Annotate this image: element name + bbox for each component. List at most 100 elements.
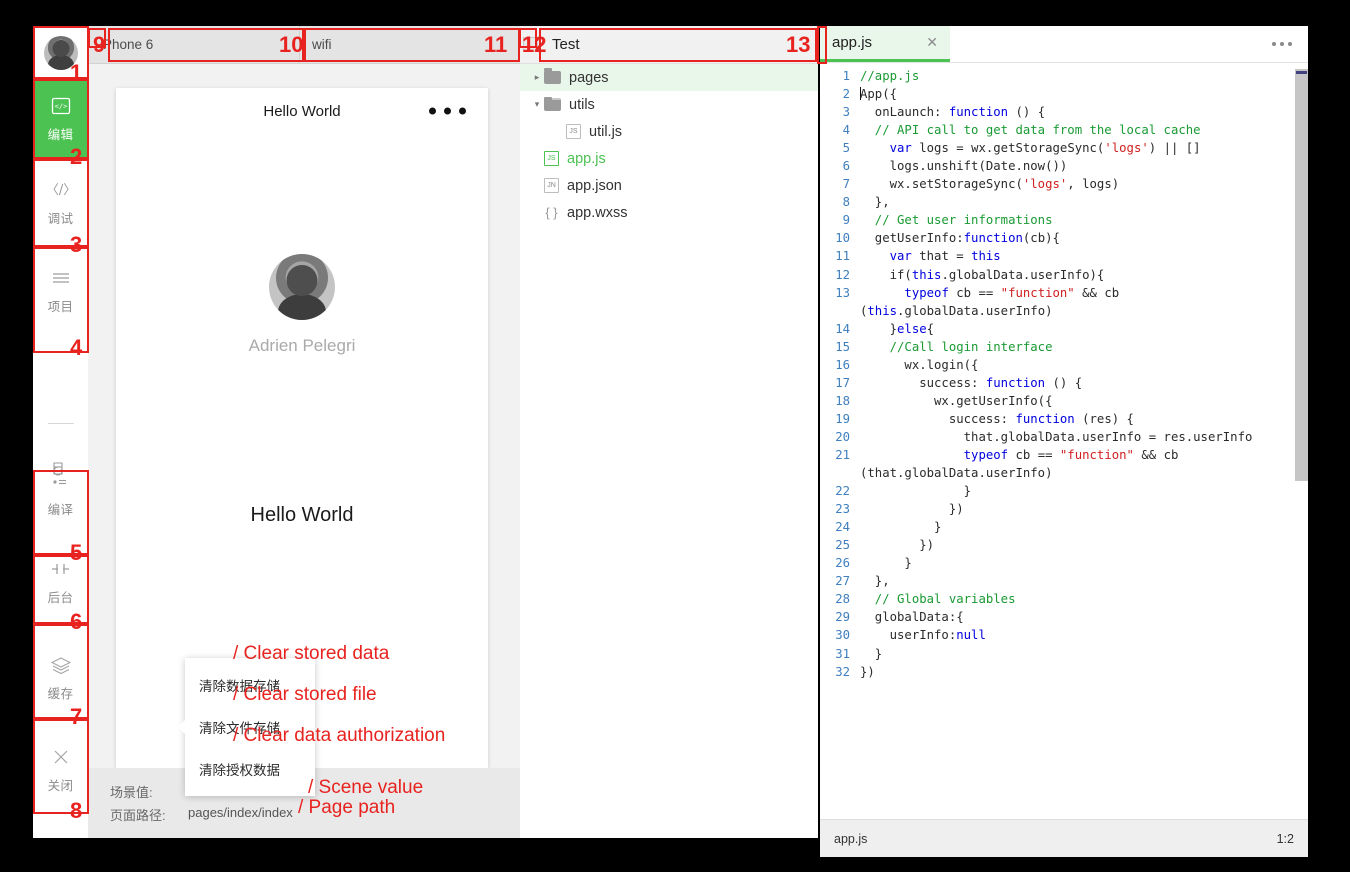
line-content: // API call to get data from the local c…: [860, 123, 1201, 138]
code-line: (this.globalData.userInfo): [820, 302, 1308, 320]
line-number: 19: [835, 411, 850, 426]
line-content: var logs = wx.getStorageSync('logs') || …: [889, 141, 1201, 156]
chevron-right-icon[interactable]: ▸: [530, 72, 544, 83]
editor-more-button[interactable]: [1272, 26, 1308, 62]
line-number: 6: [842, 159, 850, 174]
line-number: 32: [835, 664, 850, 679]
line-number: 14: [835, 321, 850, 336]
js-file-icon: JS: [544, 151, 559, 166]
phone-navbar: Hello World: [116, 88, 488, 134]
sidebar-item-background-label: 后台: [47, 591, 74, 605]
sidebar-item-close[interactable]: 关闭: [33, 725, 88, 815]
code-line: 22 }: [820, 482, 1308, 500]
editor-status-bar: app.js 1:2: [820, 819, 1308, 857]
code-line: 11 var that = this: [820, 247, 1308, 265]
code-line: 26 }: [820, 554, 1308, 572]
sidebar-item-edit-label: 编辑: [47, 128, 74, 142]
code-line: 31 }: [820, 645, 1308, 663]
line-number: 17: [835, 375, 850, 390]
tree-row-label: pages: [569, 69, 609, 86]
line-number: 8: [842, 195, 850, 210]
sidebar-item-cache[interactable]: 缓存: [33, 630, 88, 725]
folder-open-icon: [544, 97, 561, 111]
editor-scrollbar[interactable]: [1295, 63, 1308, 819]
device-selector[interactable]: iPhone 6: [88, 26, 300, 63]
line-content: wx.setStorageSync('logs', logs): [860, 177, 1120, 192]
annotation-translation: / Clear data authorization: [233, 725, 446, 746]
line-content: (this.globalData.userInfo): [860, 303, 1053, 318]
phone-content: Adrien Pelegri Hello World: [116, 134, 488, 527]
sidebar-item-debug[interactable]: 〈/〉 调试: [33, 159, 88, 247]
code-box-icon: </>: [50, 95, 72, 117]
line-number: 21: [835, 447, 850, 462]
line-content: wx.getUserInfo({: [860, 393, 1053, 408]
sidebar-item-project[interactable]: 项目: [33, 247, 88, 335]
code-line: (that.globalData.userInfo): [820, 464, 1308, 482]
code-line: 24 }: [820, 518, 1308, 536]
code-line: 27 },: [820, 572, 1308, 590]
editor-scrollbar-thumb[interactable]: [1295, 69, 1308, 481]
tree-row[interactable]: JS util.js: [520, 118, 818, 145]
simulator-panel: iPhone 6 wifi Hello World Adrien Pelegri…: [88, 26, 520, 838]
tree-row[interactable]: ▾ utils: [520, 91, 818, 118]
tree-row[interactable]: JS app.js: [520, 145, 818, 172]
panel-toggle-button[interactable]: [523, 37, 538, 52]
line-content: }: [860, 484, 972, 499]
sidebar-item-background[interactable]: 后台: [33, 534, 88, 630]
line-content: // Global variables: [860, 592, 1016, 607]
menu-item-clear-data-authorization[interactable]: 清除授权数据: [185, 748, 315, 790]
line-content: // Get user informations: [860, 213, 1053, 228]
tree-row[interactable]: JN app.json: [520, 172, 818, 199]
line-number: 25: [835, 538, 850, 553]
close-icon[interactable]: ✕: [926, 34, 938, 51]
compile-refresh-icon: [49, 460, 73, 492]
line-content: }: [860, 646, 883, 661]
tree-row[interactable]: { } app.wxss: [520, 199, 818, 226]
line-number: 7: [842, 177, 850, 192]
menu-lines-icon: [50, 267, 72, 289]
tree-row[interactable]: ▸ pages: [520, 64, 818, 91]
sidebar-item-cache-label: 缓存: [47, 686, 74, 701]
sidebar-item-edit[interactable]: </> 编辑: [33, 79, 88, 159]
editor-tabbar: app.js ✕: [820, 26, 1308, 63]
code-line: 12 if(this.globalData.userInfo){: [820, 266, 1308, 284]
scene-value-label: 场景值:: [110, 785, 153, 800]
line-number: 9: [842, 213, 850, 228]
line-content: globalData:{: [860, 610, 964, 625]
tab-app-js[interactable]: app.js ✕: [820, 26, 950, 62]
tree-row-label: utils: [569, 96, 595, 113]
line-number: 16: [835, 357, 850, 372]
annotation-translation: / Clear stored data: [233, 643, 390, 664]
json-file-icon: JN: [544, 178, 559, 193]
annotation-translation: / Scene value: [308, 777, 424, 798]
user-avatar[interactable]: [33, 26, 88, 79]
line-content: }): [860, 538, 935, 553]
sidebar-item-compile[interactable]: 编译: [33, 444, 88, 534]
status-file-name: app.js: [834, 831, 868, 846]
code-editor-panel: app.js ✕ 1//app.js 2 App({3 onLaunch: func…: [820, 26, 1308, 857]
code-line: 32}): [820, 663, 1308, 681]
line-content: success: function () {: [860, 375, 1083, 390]
app-window: </> 编辑 〈/〉 调试 项目: [0, 0, 1350, 872]
line-content: }else{: [860, 321, 935, 336]
code-line: 15 //Call login interface: [820, 338, 1308, 356]
status-cursor-position: 1:2: [1276, 831, 1294, 846]
chevron-down-icon[interactable]: ▾: [530, 99, 544, 110]
line-number: 24: [835, 520, 850, 535]
line-number: 30: [835, 628, 850, 643]
network-selector[interactable]: wifi: [300, 26, 519, 63]
line-content: var that = this: [889, 249, 1001, 264]
code-line: 5 var logs = wx.getStorageSync('logs') |…: [820, 139, 1308, 157]
line-content: }: [860, 520, 942, 535]
line-content: userInfo:null: [860, 628, 986, 643]
code-area[interactable]: 1//app.js 2 App({3 onLaunch: function () {…: [820, 63, 1308, 819]
more-dots-icon[interactable]: [429, 107, 466, 115]
line-number: 28: [835, 592, 850, 607]
network-selector-value: wifi: [312, 37, 332, 52]
line-number: 1: [842, 69, 850, 83]
line-number: 18: [835, 393, 850, 408]
line-content: (that.globalData.userInfo): [860, 466, 1053, 481]
annotation-translation: / Page path: [298, 797, 396, 818]
line-content: typeof cb == "function" && cb: [904, 285, 1120, 300]
background-icon: [48, 558, 74, 580]
